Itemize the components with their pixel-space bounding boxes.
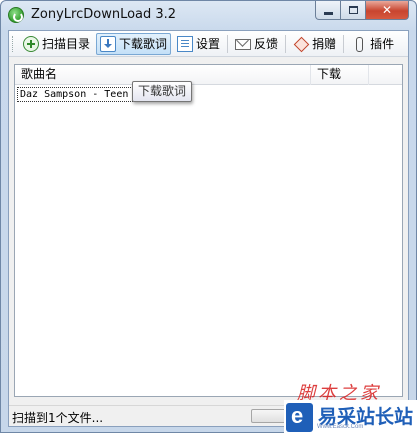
watermark-site-url: Www.Easck.Com <box>317 424 364 430</box>
feedback-label: 反馈 <box>254 37 279 51</box>
download-lyrics-label: 下载歌词 <box>119 37 168 51</box>
song-name-cell[interactable]: Daz Sampson - Teen <box>17 87 147 102</box>
toolbar: 扫描目录 下载歌词 设置 反馈 捐赠 插件 <box>9 31 408 57</box>
caption-buttons: ✕ <box>315 1 409 20</box>
toolbar-separator <box>285 34 287 53</box>
scan-folder-button[interactable]: 扫描目录 <box>19 33 94 55</box>
feedback-button[interactable]: 反馈 <box>231 33 282 55</box>
toolbar-separator <box>343 34 345 53</box>
tooltip: 下载歌词 <box>132 81 193 102</box>
donate-button[interactable]: 捐赠 <box>289 33 340 55</box>
close-icon: ✕ <box>381 3 393 17</box>
maximize-button[interactable] <box>341 1 366 20</box>
plugin-button[interactable]: 插件 <box>347 33 398 55</box>
status-text: 扫描到1个文件... <box>12 411 104 425</box>
client-area: 扫描目录 下载歌词 设置 反馈 捐赠 插件 歌曲名 下载 Daz Sampson… <box>8 30 409 427</box>
app-window: ZonyLrcDownLoad 3.2 ✕ 扫描目录 下载歌词 设置 反馈 捐赠… <box>0 0 417 433</box>
app-logo-icon <box>8 7 24 23</box>
song-list[interactable]: 歌曲名 下载 Daz Sampson - Teen <box>14 64 403 397</box>
plugin-clip-icon <box>351 36 367 52</box>
list-item[interactable]: Daz Sampson - Teen <box>15 86 402 102</box>
scan-folder-label: 扫描目录 <box>42 37 91 51</box>
plugin-label: 插件 <box>370 37 395 51</box>
settings-button[interactable]: 设置 <box>173 33 224 55</box>
minimize-button[interactable] <box>315 1 341 20</box>
watermark-logo: 易采站长站 Www.Easck.Com <box>284 400 417 433</box>
download-lyrics-button[interactable]: 下载歌词 <box>96 32 172 55</box>
column-header-download[interactable]: 下载 <box>311 65 369 85</box>
donate-label: 捐赠 <box>312 37 337 51</box>
settings-icon <box>177 35 194 52</box>
toolbar-separator <box>227 34 229 53</box>
download-lyrics-icon <box>100 35 117 52</box>
settings-label: 设置 <box>196 37 221 51</box>
title-bar[interactable]: ZonyLrcDownLoad 3.2 ✕ <box>1 1 416 29</box>
list-header: 歌曲名 下载 <box>15 65 402 85</box>
minimize-icon <box>323 12 333 15</box>
donate-tag-icon <box>293 36 309 52</box>
window-title: ZonyLrcDownLoad 3.2 <box>31 7 177 22</box>
feedback-mail-icon <box>235 39 252 50</box>
toolbar-grip[interactable] <box>12 35 15 52</box>
scan-folder-icon <box>23 35 39 52</box>
watermark-e-icon <box>286 402 313 432</box>
close-button[interactable]: ✕ <box>366 1 409 20</box>
maximize-icon <box>348 6 358 14</box>
